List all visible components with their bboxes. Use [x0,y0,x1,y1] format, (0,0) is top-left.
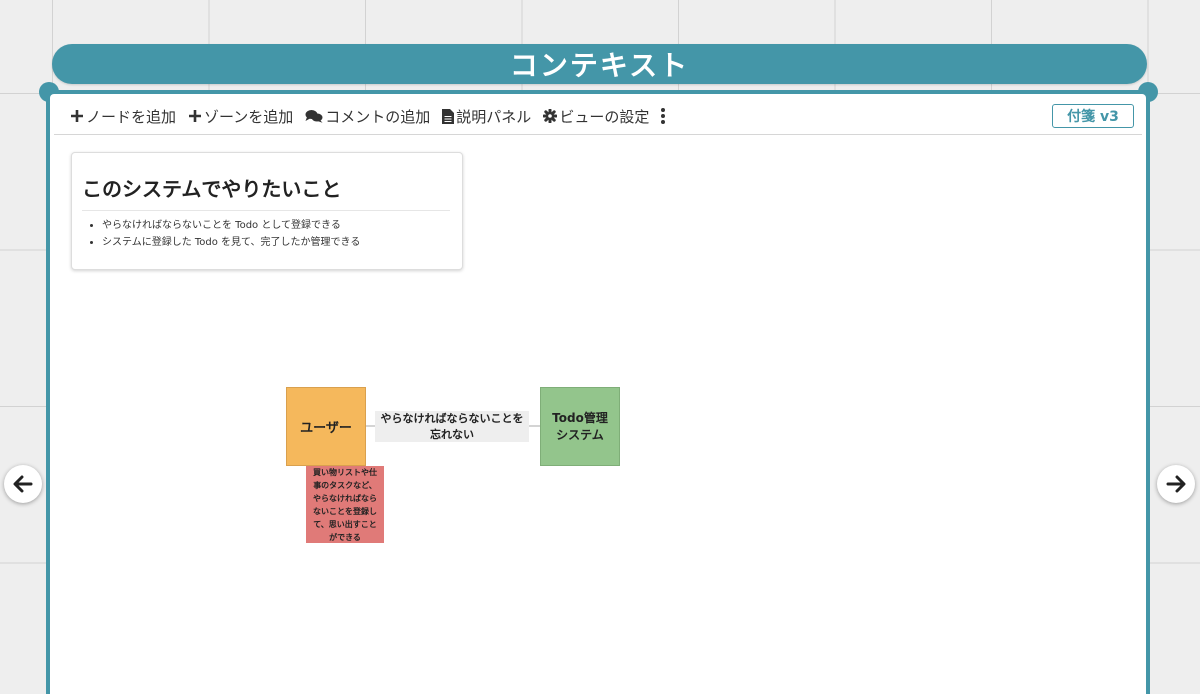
edge-label-line: やらなければならないことを [380,411,524,425]
node-user[interactable]: ユーザー [286,387,366,466]
node-user-label: ユーザー [300,421,352,436]
comment-line: 事のタスクなど、 [313,480,377,490]
next-button[interactable] [1157,465,1195,503]
comment-note[interactable]: 買い物リストや仕 事のタスクなど、 やらなければなら ないことを登録し て、思い… [306,466,384,543]
node-todo-label-line: Todo管理 [552,410,608,425]
node-todo-system[interactable]: Todo管理 システム [540,387,620,466]
previous-button[interactable] [4,465,42,503]
page-title: コンテキスト [52,44,1147,84]
arrow-right-icon [1166,475,1186,493]
comment-line: やらなければなら [313,493,377,503]
comment-line: ないことを登録し [313,506,377,516]
edge-label[interactable]: やらなければならないことを 忘れない [375,411,529,442]
comment-line: ができる [329,532,361,542]
comment-line: 買い物リストや仕 [313,467,377,477]
edge-label-line: 忘れない [430,427,474,441]
arrow-left-icon [13,475,33,493]
comment-line: て、思い出すこと [313,519,377,529]
content-frame: ノードを追加 ゾーンを追加 コメントの追加 説明パネル ビューの設定 付箋 v3… [46,90,1150,694]
node-todo-label-line: システム [556,427,604,442]
